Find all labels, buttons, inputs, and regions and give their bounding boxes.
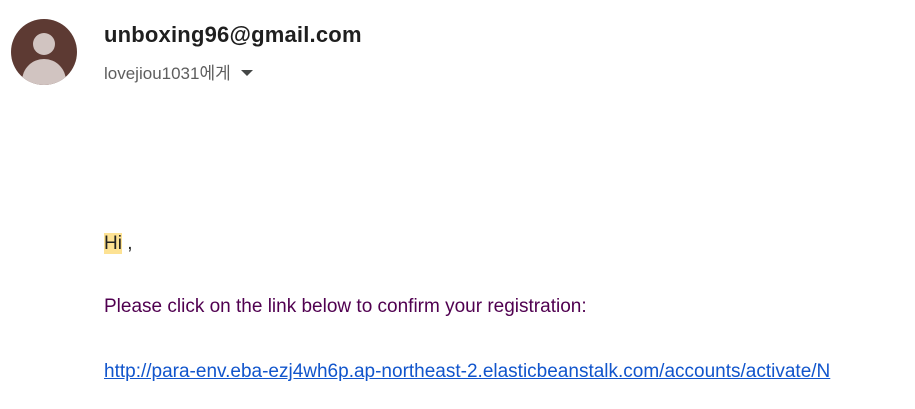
greeting-line: Hi , — [104, 233, 133, 255]
activation-link[interactable]: http://para-env.eba-ezj4wh6p.ap-northeas… — [104, 361, 915, 383]
avatar-body-shape — [22, 59, 66, 85]
recipient-label: lovejiou1031에게 — [104, 64, 231, 83]
recipient-details-toggle[interactable]: lovejiou1031에게 — [104, 59, 253, 84]
greeting-word-highlighted: Hi — [104, 233, 122, 254]
confirmation-message: Please click on the link below to confir… — [104, 296, 587, 317]
greeting-punctuation: , — [121, 233, 133, 254]
sender-email[interactable]: unboxing96@gmail.com — [104, 22, 362, 48]
sender-avatar[interactable] — [11, 19, 77, 85]
email-view: unboxing96@gmail.com lovejiou1031에게 Hi ,… — [0, 0, 915, 409]
caret-down-icon[interactable] — [240, 69, 253, 76]
avatar-head-shape — [33, 33, 55, 55]
